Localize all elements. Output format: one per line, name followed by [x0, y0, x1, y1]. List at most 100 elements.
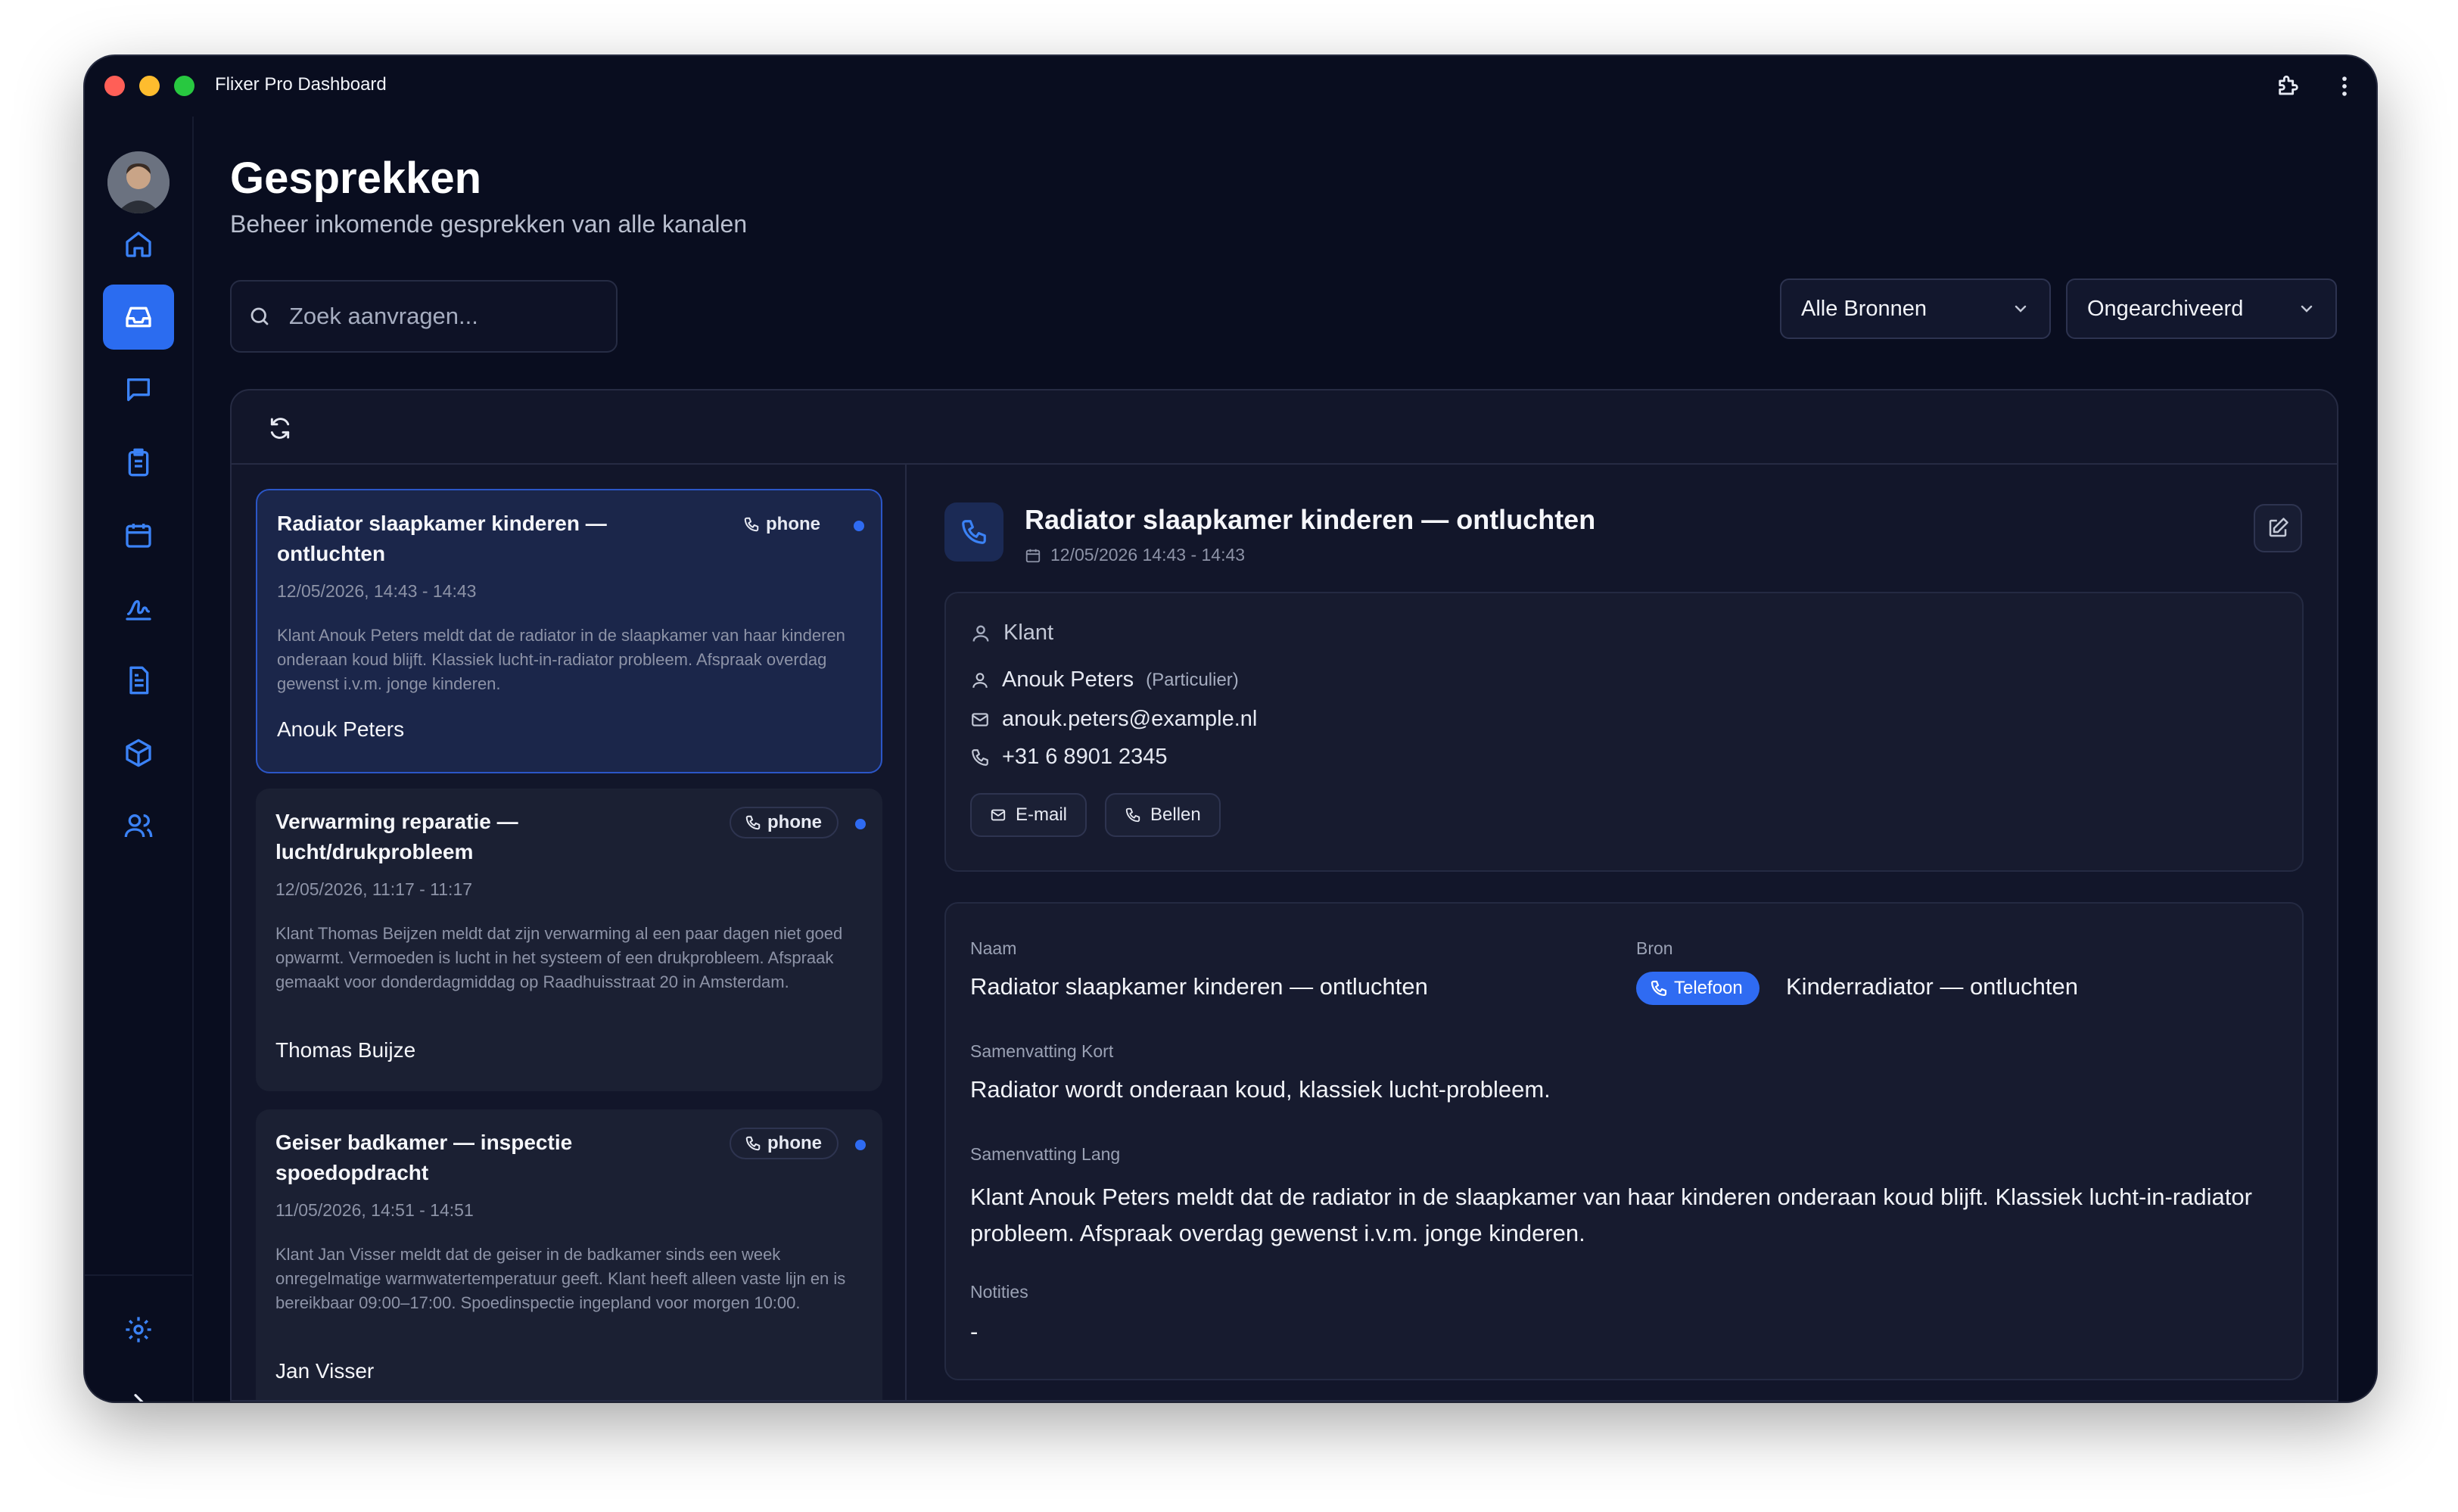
conversation-time: 12/05/2026, 14:43 - 14:43	[277, 581, 477, 601]
short-summary-value: Radiator wordt onderaan koud, klassiek l…	[970, 1076, 1551, 1103]
extension-icon[interactable]	[2273, 71, 2304, 101]
sidebar-item-inbox[interactable]	[103, 285, 174, 350]
conversation-card[interactable]: Verwarming reparatie — lucht/drukproblee…	[256, 789, 882, 1091]
user-icon	[972, 625, 989, 642]
sidebar-item-products[interactable]	[103, 720, 174, 786]
detail-date-text: 12/05/2026 14:43 - 14:43	[1050, 545, 1246, 565]
channel-badge: phone	[730, 807, 839, 838]
source-label: Bron	[1636, 938, 1673, 958]
conversation-summary: Klant Thomas Beijzen meldt dat zijn verw…	[275, 924, 843, 991]
sidebar-item-calendar[interactable]	[103, 502, 174, 568]
unread-dot	[855, 819, 866, 829]
edit-icon	[2269, 518, 2288, 537]
source-badge-label: Telefoon	[1674, 978, 1743, 998]
phone-icon	[1125, 807, 1140, 823]
unread-dot	[855, 1140, 866, 1150]
conversation-client-name: Jan Visser	[275, 1359, 375, 1383]
title-bar: Flixer Pro Dashboard	[85, 56, 2376, 117]
channel-badge-label: phone	[767, 1133, 822, 1153]
close-window-button[interactable]	[104, 76, 125, 96]
source-badge: Telefoon	[1636, 972, 1759, 1005]
phone-icon	[962, 520, 986, 544]
channel-badge: phone	[730, 1128, 839, 1159]
detail-title: Radiator slaapkamer kinderen — ontluchte…	[1025, 504, 1596, 535]
phone-icon	[745, 815, 761, 830]
search-box[interactable]	[230, 280, 618, 353]
search-input[interactable]	[289, 303, 592, 330]
sidebar-divider	[85, 1274, 192, 1276]
mail-icon	[972, 712, 988, 726]
page-subtitle: Beheer inkomende gesprekken van alle kan…	[230, 210, 748, 238]
maximize-window-button[interactable]	[174, 76, 194, 96]
call-button[interactable]: Bellen	[1105, 793, 1221, 837]
conversation-detail: Radiator slaapkamer kinderen — ontluchte…	[908, 465, 2337, 1400]
conversation-card[interactable]: Geiser badkamer — inspectie spoedopdrach…	[256, 1109, 882, 1400]
email-button-label: E-mail	[1016, 804, 1068, 825]
conversation-title: Geiser badkamer — inspectie spoedopdrach…	[275, 1131, 573, 1184]
conversation-info-card: Naam Radiator slaapkamer kinderen — ontl…	[944, 902, 2304, 1380]
client-name: Anouk Peters	[1002, 667, 1134, 692]
chevron-right-icon	[134, 1394, 144, 1402]
phone-icon	[1651, 980, 1667, 997]
sidebar-item-tasks[interactable]	[103, 430, 174, 495]
user-icon	[972, 672, 988, 688]
conversation-time: 12/05/2026, 11:17 - 11:17	[275, 879, 473, 899]
conversation-title: Verwarming reparatie — lucht/drukproblee…	[275, 810, 518, 863]
archive-filter-select[interactable]: Ongearchiveerd	[2066, 278, 2337, 339]
client-email-row: anouk.peters@example.nl	[970, 707, 1257, 732]
source-value: Kinderradiator — ontluchten	[1786, 973, 2079, 1000]
chevron-down-icon	[2301, 305, 2313, 313]
sidebar-item-signature[interactable]	[103, 575, 174, 640]
long-summary-label: Samenvatting Lang	[970, 1144, 1121, 1164]
notes-label: Notities	[970, 1282, 1028, 1302]
inbox-icon	[126, 306, 151, 328]
sidebar-expand-button[interactable]	[103, 1370, 174, 1402]
gear-icon	[126, 1317, 151, 1342]
sidebar-item-home[interactable]	[103, 212, 174, 277]
sidebar-item-users[interactable]	[103, 793, 174, 858]
minimize-window-button[interactable]	[139, 76, 160, 96]
phone-icon	[744, 517, 759, 532]
calendar-icon	[1025, 549, 1041, 562]
conversation-time: 11/05/2026, 14:51 - 14:51	[275, 1200, 474, 1220]
app-window: Flixer Pro Dashboard Gesprekken Beheer i…	[85, 56, 2376, 1402]
client-phone-row: +31 6 8901 2345	[970, 745, 1168, 770]
client-card: Klant Anouk Peters (Particulier) anouk.p…	[944, 592, 2304, 872]
conversation-list: Radiator slaapkamer kinderen — ontluchte…	[232, 465, 907, 1400]
page-title: Gesprekken	[230, 154, 482, 203]
conversation-client-name: Anouk Peters	[277, 717, 405, 741]
email-button[interactable]: E-mail	[970, 793, 1087, 837]
conversation-card[interactable]: Radiator slaapkamer kinderen — ontluchte…	[256, 489, 882, 773]
edit-button[interactable]	[2254, 504, 2302, 552]
avatar[interactable]	[107, 151, 170, 213]
users-icon	[124, 814, 153, 838]
channel-badge-label: phone	[767, 812, 822, 832]
sidebar-item-documents[interactable]	[103, 648, 174, 713]
name-value: Radiator slaapkamer kinderen — ontluchte…	[970, 973, 1428, 1000]
client-email[interactable]: anouk.peters@example.nl	[1002, 707, 1257, 732]
mail-icon	[991, 809, 1006, 821]
call-button-label: Bellen	[1150, 804, 1201, 825]
short-summary-label: Samenvatting Kort	[970, 1041, 1114, 1061]
home-icon	[126, 232, 151, 257]
conversation-title: Radiator slaapkamer kinderen — ontluchte…	[277, 512, 607, 565]
refresh-button[interactable]	[263, 412, 297, 445]
notes-value: -	[970, 1318, 979, 1345]
sidebar-item-chat[interactable]	[103, 357, 174, 422]
sidebar-item-settings[interactable]	[103, 1297, 174, 1362]
panel-toolbar	[232, 390, 2337, 465]
sources-filter-select[interactable]: Alle Bronnen	[1780, 278, 2051, 339]
phone-icon	[972, 748, 988, 766]
clipboard-icon	[128, 448, 149, 477]
more-vertical-icon[interactable]	[2329, 71, 2360, 101]
client-phone[interactable]: +31 6 8901 2345	[1002, 745, 1168, 770]
phone-icon	[745, 1136, 761, 1151]
detail-channel-icon	[944, 502, 1003, 562]
channel-badge: phone	[728, 509, 837, 540]
client-heading-label: Klant	[1003, 621, 1054, 645]
client-type: (Particulier)	[1146, 669, 1239, 690]
document-icon	[129, 666, 149, 695]
conversations-panel: Radiator slaapkamer kinderen — ontluchte…	[230, 389, 2338, 1402]
refresh-icon	[270, 418, 290, 439]
conversation-summary: Klant Anouk Peters meldt dat de radiator…	[277, 626, 845, 693]
